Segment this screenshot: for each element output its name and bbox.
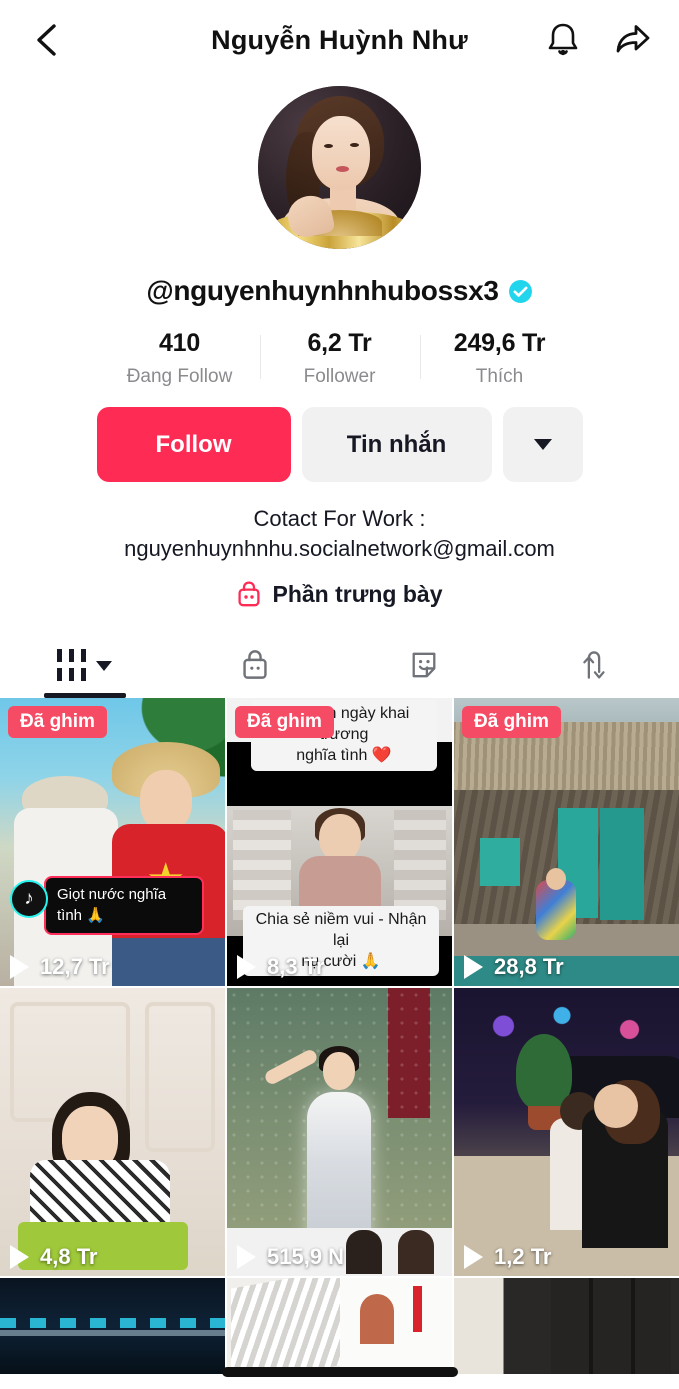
video-thumbnail[interactable] xyxy=(227,1278,452,1375)
thumbnail-image: ★ xyxy=(0,698,225,987)
verified-badge-icon xyxy=(508,279,532,303)
thumbnail-image xyxy=(454,698,679,987)
play-triangle-icon xyxy=(237,955,257,980)
more-options-button[interactable] xyxy=(502,407,583,482)
play-triangle-icon xyxy=(237,1245,257,1270)
stat-followers-label: Follower xyxy=(303,366,376,387)
play-triangle-icon xyxy=(464,955,484,980)
share-button[interactable] xyxy=(611,18,655,62)
stat-following-value: 410 xyxy=(158,329,201,357)
stat-followers-value: 6,2 Tr xyxy=(307,329,372,357)
avatar-container xyxy=(0,86,679,249)
back-button[interactable] xyxy=(24,18,68,62)
play-triangle-icon xyxy=(464,1245,484,1270)
video-grid: ★ Đã ghim ♪ Giọt nước nghĩa tình 🙏 12,7 … xyxy=(0,698,679,1375)
video-thumbnail[interactable]: Kỷ niệm ngày khai trương nghĩa tình ❤️ Đ… xyxy=(227,698,452,987)
bio-line-2: nguyenhuynhnhu.socialnetwork@gmail.com xyxy=(124,535,555,561)
bio-line-1: Cotact For Work : xyxy=(253,506,426,531)
tab-videos[interactable] xyxy=(0,632,170,699)
avatar-lips xyxy=(336,166,349,172)
view-count-value: 4,8 Tr xyxy=(40,1244,98,1270)
video-overlay-text: Giọt nước nghĩa tình 🙏 xyxy=(44,876,204,935)
top-header: Nguyễn Huỳnh Như xyxy=(0,0,679,80)
view-count-value: 28,8 Tr xyxy=(494,954,564,980)
avatar-face xyxy=(312,116,370,190)
play-triangle-icon xyxy=(10,1245,30,1270)
grid-bars-icon xyxy=(57,649,87,682)
repost-arrows-icon xyxy=(583,651,605,680)
thumbnail-image xyxy=(227,988,452,1277)
notifications-button[interactable] xyxy=(541,18,585,62)
avatar-eye-right xyxy=(350,143,359,147)
stat-likes[interactable]: 249,6 Tr Thích xyxy=(419,329,580,388)
chevron-down-icon xyxy=(96,661,113,672)
follow-button[interactable]: Follow xyxy=(96,407,291,482)
home-indicator-bar xyxy=(221,1367,458,1377)
video-thumbnail[interactable] xyxy=(0,1278,225,1375)
view-count: 4,8 Tr xyxy=(10,1244,97,1270)
view-count: 28,8 Tr xyxy=(464,954,564,980)
username-row: @nguyenhuynhnhubossx3 xyxy=(0,275,679,307)
view-count: 12,7 Tr xyxy=(10,954,110,980)
pinned-badge: Đã ghim xyxy=(235,706,334,739)
stat-following[interactable]: 410 Đang Follow xyxy=(100,329,260,388)
video-thumbnail[interactable]: 4,8 Tr xyxy=(0,988,225,1277)
avatar-eye-left xyxy=(324,144,333,148)
header-actions xyxy=(541,18,655,62)
stat-likes-label: Thích xyxy=(475,366,524,387)
tab-effects[interactable] xyxy=(340,632,510,698)
showcase-link[interactable]: Phần trưng bày xyxy=(0,580,679,608)
action-buttons: Follow Tin nhắn xyxy=(0,407,679,482)
bio-section: Cotact For Work : nguyenhuynhnhu.socialn… xyxy=(0,504,679,563)
chevron-left-icon xyxy=(37,24,56,56)
video-thumbnail[interactable]: 1,2 Tr xyxy=(454,988,679,1277)
play-triangle-icon xyxy=(10,955,30,980)
shopping-bag-icon xyxy=(238,581,261,607)
video-thumbnail[interactable]: ★ Đã ghim ♪ Giọt nước nghĩa tình 🙏 12,7 … xyxy=(0,698,225,987)
bell-icon xyxy=(548,23,578,56)
content-tabs xyxy=(0,632,679,699)
chevron-down-icon xyxy=(533,439,552,450)
thumbnail-image xyxy=(227,1278,452,1375)
stat-following-label: Đang Follow xyxy=(126,366,233,387)
tab-reposts[interactable] xyxy=(509,632,679,698)
thumbnail-image xyxy=(454,1278,679,1375)
thumbnail-image xyxy=(0,1278,225,1375)
view-count-value: 8,3 Tr xyxy=(267,954,325,980)
pinned-badge: Đã ghim xyxy=(462,706,561,739)
thumbnail-image xyxy=(454,988,679,1277)
view-count: 1,2 Tr xyxy=(464,1244,551,1270)
video-thumbnail[interactable] xyxy=(454,1278,679,1375)
showcase-label: Phần trưng bày xyxy=(272,580,443,607)
view-count: 8,3 Tr xyxy=(237,954,324,980)
view-count-value: 1,2 Tr xyxy=(494,1244,552,1270)
message-button[interactable]: Tin nhắn xyxy=(301,407,492,482)
tab-shop[interactable] xyxy=(170,632,340,698)
sticker-smiley-icon xyxy=(412,653,436,678)
video-thumbnail[interactable]: Đã ghim 28,8 Tr xyxy=(454,698,679,987)
thumbnail-image xyxy=(0,988,225,1277)
video-thumbnail[interactable]: 515,9 N xyxy=(227,988,452,1277)
share-arrow-icon xyxy=(616,25,650,53)
stats-row: 410 Đang Follow 6,2 Tr Follower 249,6 Tr… xyxy=(0,329,679,388)
avatar[interactable] xyxy=(258,86,421,249)
stat-followers[interactable]: 6,2 Tr Follower xyxy=(259,329,420,388)
tiktok-profile-screen: Nguyễn Huỳnh Như @nguyenhuynhnhubossx3 4… xyxy=(0,0,679,1389)
view-count-value: 12,7 Tr xyxy=(40,954,110,980)
view-count-value: 515,9 N xyxy=(267,1244,345,1270)
pinned-badge: Đã ghim xyxy=(8,706,107,739)
shopping-bag-icon xyxy=(242,650,267,680)
view-count: 515,9 N xyxy=(237,1244,344,1270)
stat-likes-value: 249,6 Tr xyxy=(453,329,546,357)
username: @nguyenhuynhnhubossx3 xyxy=(146,275,499,306)
